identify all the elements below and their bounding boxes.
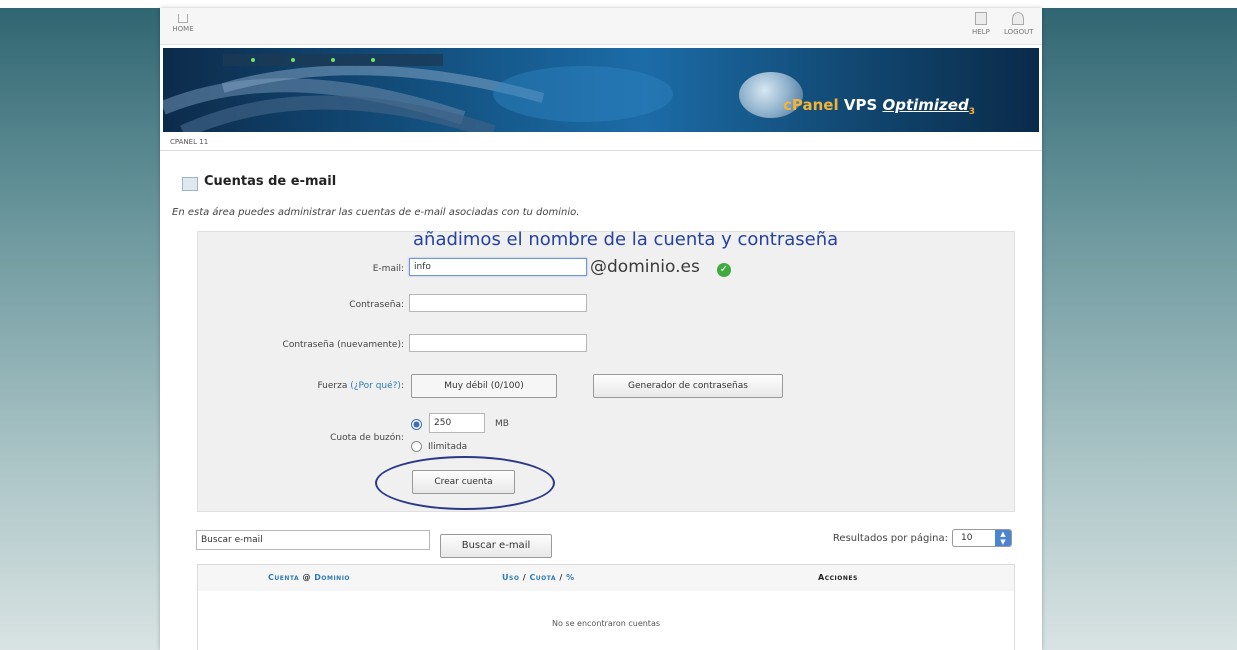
quota-unit: MB: [495, 419, 509, 429]
results-per-page-label: Resultados por página:: [832, 533, 948, 544]
select-arrows-icon: ▲ ▼: [995, 530, 1011, 546]
search-email-input[interactable]: Buscar e-mail: [196, 530, 430, 550]
quota-unlimited-radio[interactable]: [411, 441, 422, 452]
breadcrumb-link[interactable]: CPANEL 11: [170, 138, 208, 146]
email-accounts-icon: [182, 177, 198, 191]
home-icon: [178, 14, 188, 23]
logout-button[interactable]: LOGOUT: [1004, 12, 1034, 36]
highlight-circle: [375, 456, 555, 510]
strength-why-link[interactable]: (¿Por qué?): [350, 381, 401, 391]
header-banner: cPanel VPS Optimized3: [163, 48, 1039, 132]
password-generator-button[interactable]: Generador de contraseñas: [593, 374, 783, 398]
accounts-table-header: Cuenta @ Dominio Uso / Cuota / % Accione…: [197, 564, 1015, 592]
password-field[interactable]: [409, 294, 587, 312]
col-account-domain[interactable]: Cuenta @ Dominio: [268, 573, 350, 582]
email-label: E-mail:: [372, 264, 404, 274]
breadcrumb: CPANEL 11: [160, 136, 1042, 151]
home-button[interactable]: HOME: [168, 14, 198, 33]
results-per-page-select[interactable]: 10 ▲ ▼: [952, 529, 1012, 547]
quota-value-field[interactable]: 250: [429, 413, 485, 433]
empty-message: No se encontraron cuentas: [551, 619, 661, 628]
password-label: Contraseña:: [349, 300, 404, 310]
cpanel-logo-text: cPanel VPS Optimized3: [783, 96, 975, 117]
quota-limited-radio[interactable]: [411, 419, 422, 430]
password-again-label: Contraseña (nuevamente):: [282, 340, 404, 350]
password-again-field[interactable]: [409, 334, 587, 352]
top-edge: [0, 0, 1237, 8]
accounts-table-body: No se encontraron cuentas: [197, 591, 1015, 650]
search-email-button[interactable]: Buscar e-mail: [440, 534, 552, 558]
domain-label: @dominio.es: [590, 257, 700, 277]
strength-meter: Muy débil (0/100): [411, 374, 557, 398]
quota-label: Cuota de buzón:: [330, 433, 404, 443]
help-icon: [974, 12, 987, 25]
tutorial-annotation: añadimos el nombre de la cuenta y contra…: [413, 229, 839, 250]
network-cables-graphic: [163, 54, 673, 132]
strength-label: Fuerza (¿Por qué?):: [317, 381, 404, 391]
logout-icon: [1012, 12, 1024, 25]
quota-unlimited-label: Ilimitada: [428, 442, 468, 452]
top-toolbar: HOME HELP LOGOUT: [160, 8, 1042, 45]
check-icon: ✓: [717, 263, 731, 277]
cpanel-page: HOME HELP LOGOUT cPanel VPS Optimized3 C…: [160, 8, 1042, 650]
toolbar-right: HELP LOGOUT: [963, 12, 1034, 38]
page-description: En esta área puedes administrar las cuen…: [172, 207, 580, 218]
col-actions: Acciones: [818, 573, 858, 582]
col-usage-quota[interactable]: Uso / Cuota / %: [502, 573, 575, 582]
email-field[interactable]: info: [409, 258, 587, 276]
help-button[interactable]: HELP: [967, 12, 995, 36]
